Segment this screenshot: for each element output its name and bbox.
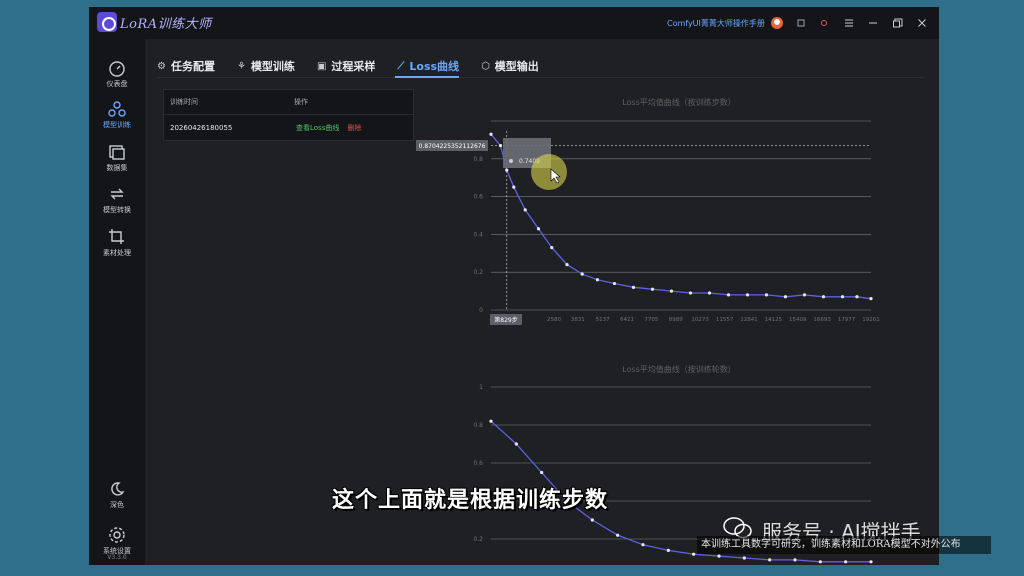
data-point [707,291,712,295]
y-tick-label: 0.8 [473,422,483,429]
x-tick-label: 19261 [862,317,880,323]
data-point [580,272,584,276]
data-point [742,556,746,560]
data-point [498,143,503,148]
x-tick-label: 7705 [644,317,658,323]
cursor-highlight [531,154,567,190]
x-tick-label: 5137 [596,317,610,323]
y-tick-label: 0.8 [473,156,483,163]
data-point [523,208,527,212]
data-point [641,543,645,547]
data-point [869,297,873,301]
chart-title: Loss平均值曲线（按训练轮数） [622,364,736,374]
data-point [565,263,569,267]
data-point [855,295,859,299]
x-tick-label: 10273 [691,317,709,323]
data-point [536,227,541,231]
data-point [590,518,594,522]
data-point [631,285,636,289]
data-point [793,558,797,562]
x-tick-label: 8989 [669,317,683,323]
data-point [489,419,493,423]
data-point [692,552,696,556]
x-tick-label: 11557 [716,317,734,323]
data-point [489,132,493,136]
x-tick-label: 2580 [547,317,561,323]
y-tick-label: 0.4 [473,231,483,238]
y-tick-label: 0.2 [473,536,483,543]
data-point [688,291,693,295]
y-tick-label: 1 [479,384,483,391]
data-point [821,295,826,299]
data-point [514,442,518,446]
data-point [726,293,731,297]
x-tick-label: 15409 [789,317,807,323]
data-point [717,554,721,558]
x-tick-label: 3831 [571,317,585,323]
y-value-tag: 0.8704225352112676 [419,143,486,150]
x-tick-label: 6421 [620,317,634,323]
data-point [666,548,670,553]
y-tick-label: 0.2 [473,269,483,276]
data-point [616,533,620,537]
x-tick-label: 17977 [838,317,856,323]
data-point [540,470,544,475]
data-point [669,289,674,293]
x-tick-label: 16693 [813,317,831,323]
x-tick-label: 12841 [740,317,758,323]
data-point [802,293,807,297]
x-tick-label: 14125 [765,317,783,323]
data-point [764,293,769,297]
data-point [595,278,599,282]
data-point [768,558,772,562]
x-value-tag: 第829步 [494,316,517,324]
y-tick-label: 0.6 [473,194,483,201]
data-point [650,287,655,291]
data-point [512,185,516,189]
data-point [783,295,788,299]
data-point [818,560,822,564]
tooltip-marker [509,159,513,163]
data-point [745,293,750,297]
video-subtitle: 这个上面就是根据训练步数 [332,488,609,513]
chart-title: Loss平均值曲线（按训练步数） [622,97,736,107]
data-point [869,560,873,564]
y-tick-label: 0.6 [473,460,483,467]
data-point [550,246,554,250]
data-point [840,295,845,299]
data-point [844,560,848,564]
data-point [505,168,509,172]
watermark-bar: 本训练工具数字可研究，训练素材和LORA模型不对外公布 [697,536,991,554]
data-point [612,281,617,286]
y-tick-label: 0 [479,307,483,314]
